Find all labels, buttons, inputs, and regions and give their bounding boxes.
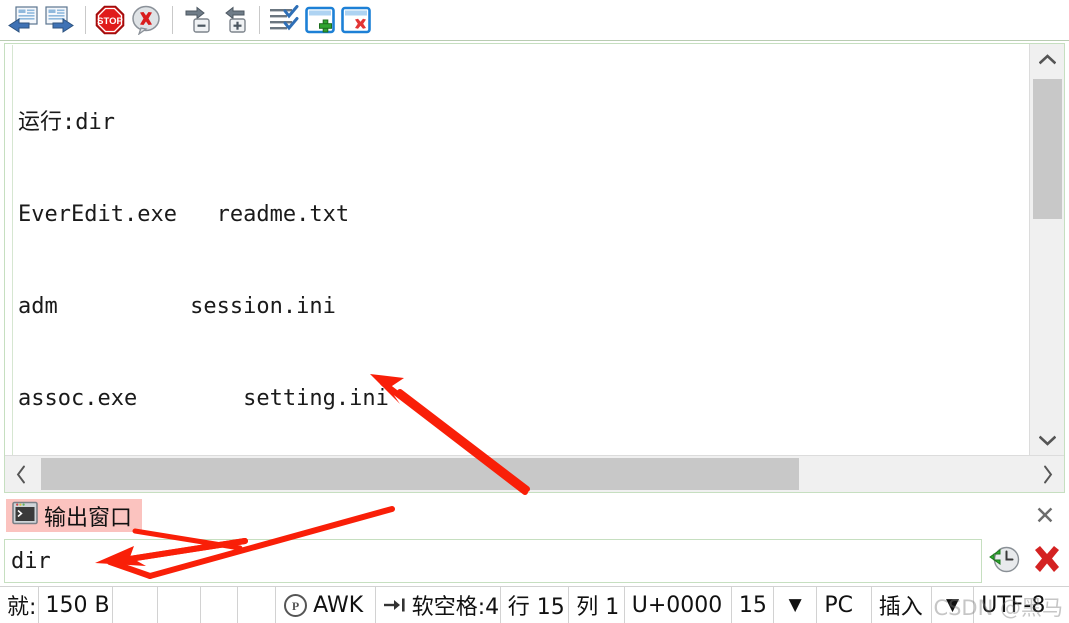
terminate-button[interactable]	[129, 3, 163, 37]
toolbar: STOP	[0, 0, 1069, 41]
p-circle-icon: P	[283, 593, 308, 618]
toolbar-separator-1	[85, 6, 86, 34]
status-spacer-4	[238, 586, 277, 623]
console-line: assoc.exe setting.ini	[18, 385, 389, 411]
status-syntax[interactable]: P AWK	[276, 586, 376, 623]
toolbar-separator-3	[259, 6, 260, 34]
arrow-right-minus-icon	[181, 5, 213, 35]
tab-arrow-icon	[383, 596, 407, 614]
console-line: 运行:dir	[18, 110, 115, 136]
status-dropdown[interactable]: ▼	[774, 586, 818, 623]
status-filesize: 150 B	[39, 586, 113, 623]
command-input[interactable]	[4, 539, 982, 583]
window-plus-icon	[305, 5, 335, 35]
status-ready: 就:	[0, 586, 39, 623]
status-column: 列 1	[569, 586, 625, 623]
close-output-panel-button[interactable]: ✕	[1031, 501, 1059, 529]
command-row	[4, 537, 1065, 585]
next-output-button[interactable]	[42, 3, 76, 37]
new-console-button[interactable]	[303, 3, 337, 37]
everedit-output-window: STOP 运行:dir EverEdit.exe readme.txt adm …	[0, 0, 1069, 623]
console-horizontal-scrollbar[interactable]	[5, 455, 1064, 492]
svg-text:STOP: STOP	[97, 16, 123, 27]
status-spacer-3	[201, 586, 238, 623]
collapse-level-button[interactable]	[180, 3, 214, 37]
scroll-right-icon[interactable]	[1031, 456, 1064, 492]
clear-command-button[interactable]	[1029, 543, 1065, 579]
status-encoding[interactable]: UTF-8	[974, 587, 1069, 623]
doc-forward-arrow-icon	[43, 5, 75, 35]
status-spacer-2	[158, 586, 201, 623]
status-bar: 就: 150 B P AWK 软空格:4 行 15 列 1 U+0000 15 …	[0, 586, 1069, 623]
status-indent-label: 软空格:4	[411, 595, 500, 620]
clear-output-button[interactable]	[267, 3, 301, 37]
tab-output-window[interactable]: 输出窗口	[6, 499, 143, 532]
status-line: 行 15	[501, 586, 570, 623]
console-vertical-scrollbar[interactable]	[1029, 44, 1064, 455]
svg-text:P: P	[292, 599, 299, 613]
run-command-button[interactable]	[988, 543, 1024, 579]
status-eol[interactable]: PC	[817, 586, 872, 623]
run-history-icon	[988, 542, 1022, 581]
status-unicode: U+0000	[625, 586, 732, 623]
output-panel-header: 输出窗口 ✕	[4, 497, 1065, 533]
status-indent[interactable]: 软空格:4	[376, 586, 501, 623]
stop-sign-icon: STOP	[95, 5, 125, 35]
console-viewport[interactable]: 运行:dir EverEdit.exe readme.txt adm sessi…	[6, 45, 1028, 456]
prev-output-button[interactable]	[6, 3, 40, 37]
arrow-left-plus-icon	[217, 5, 249, 35]
window-close-icon	[341, 5, 371, 35]
red-x-icon	[1031, 543, 1063, 580]
console-output-pane: 运行:dir EverEdit.exe readme.txt adm sessi…	[4, 43, 1065, 493]
status-dropdown-2[interactable]: ▼	[932, 586, 975, 623]
tab-output-window-label: 输出窗口	[44, 505, 133, 531]
list-check-icon	[268, 5, 300, 35]
console-text: 运行:dir EverEdit.exe readme.txt adm sessi…	[18, 47, 1018, 456]
doc-back-arrow-icon	[7, 5, 39, 35]
status-syntax-label: AWK	[313, 592, 364, 618]
red-x-balloon-icon	[131, 5, 161, 35]
close-console-button[interactable]	[339, 3, 373, 37]
expand-level-button[interactable]	[216, 3, 250, 37]
console-line: adm session.ini	[18, 293, 336, 319]
console-line: EverEdit.exe readme.txt	[18, 201, 350, 227]
horizontal-scroll-thumb[interactable]	[41, 458, 799, 490]
status-insert-mode[interactable]: 插入	[872, 586, 932, 623]
status-charcount: 15	[732, 586, 775, 623]
scroll-up-icon[interactable]	[1030, 44, 1064, 74]
scroll-left-icon[interactable]	[5, 456, 38, 492]
vertical-scroll-thumb[interactable]	[1033, 79, 1062, 219]
stop-button[interactable]: STOP	[93, 3, 127, 37]
console-window-icon	[12, 501, 38, 530]
toolbar-separator-2	[172, 6, 173, 34]
scroll-down-icon[interactable]	[1030, 425, 1064, 455]
status-spacer-1	[113, 586, 158, 623]
